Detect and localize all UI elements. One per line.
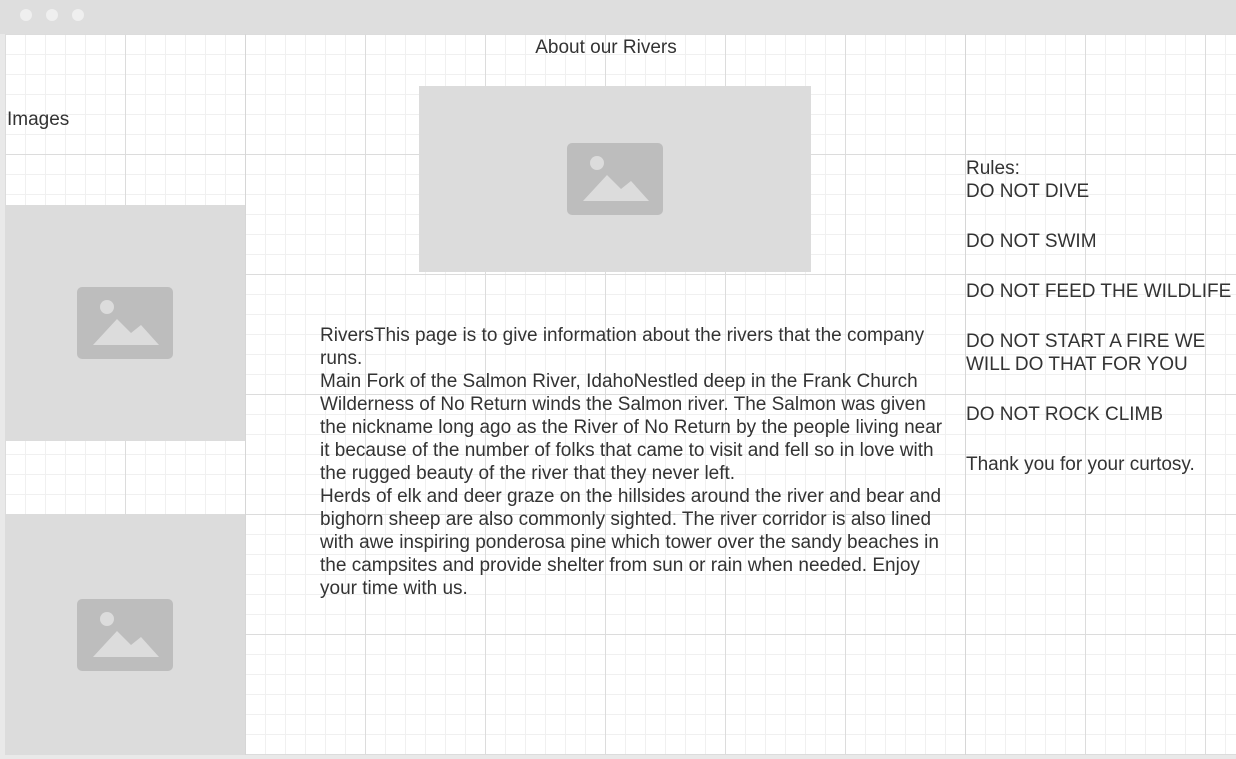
page-title: About our Rivers [535,37,677,58]
rivers-description: RiversThis page is to give information a… [320,324,945,600]
rules-title: Rules: [966,158,1020,179]
window-minimize-dot[interactable] [46,9,58,21]
rule-item: DO NOT ROCK CLIMB [966,404,1164,425]
intro-paragraph: RiversThis page is to give information a… [320,325,925,369]
images-label: Images [7,109,70,130]
hero-image [419,86,811,272]
image-placeholder-icon [567,143,663,215]
rule-item: DO NOT SWIM [966,231,1097,252]
image-placeholder-icon [77,599,173,671]
image-placeholder-icon [77,287,173,359]
window-close-dot[interactable] [20,9,32,21]
window-maximize-dot[interactable] [72,9,84,21]
rule-item: DO NOT DIVE [966,181,1090,202]
rule-item: DO NOT FEED THE WILDLIFE [966,281,1232,302]
rule-item: DO NOT START A FIRE WE WILL DO THAT FOR … [966,331,1206,375]
column-divider [245,34,246,755]
salmon-river-paragraph: Main Fork of the Salmon River, IdahoNest… [320,371,943,484]
sidebar-image [5,515,245,755]
rules-thanks: Thank you for your curtosy. [966,454,1195,475]
browser-window: About our Rivers Images RiversThis page … [0,0,1236,759]
wireframe-canvas: About our Rivers Images RiversThis page … [5,34,1236,755]
rules-panel: Rules: DO NOT DIVE DO NOT SWIM DO NOT FE… [966,157,1236,476]
window-titlebar [0,0,1236,34]
sidebar-image [5,205,245,441]
wildlife-paragraph: Herds of elk and deer graze on the hills… [320,486,942,599]
